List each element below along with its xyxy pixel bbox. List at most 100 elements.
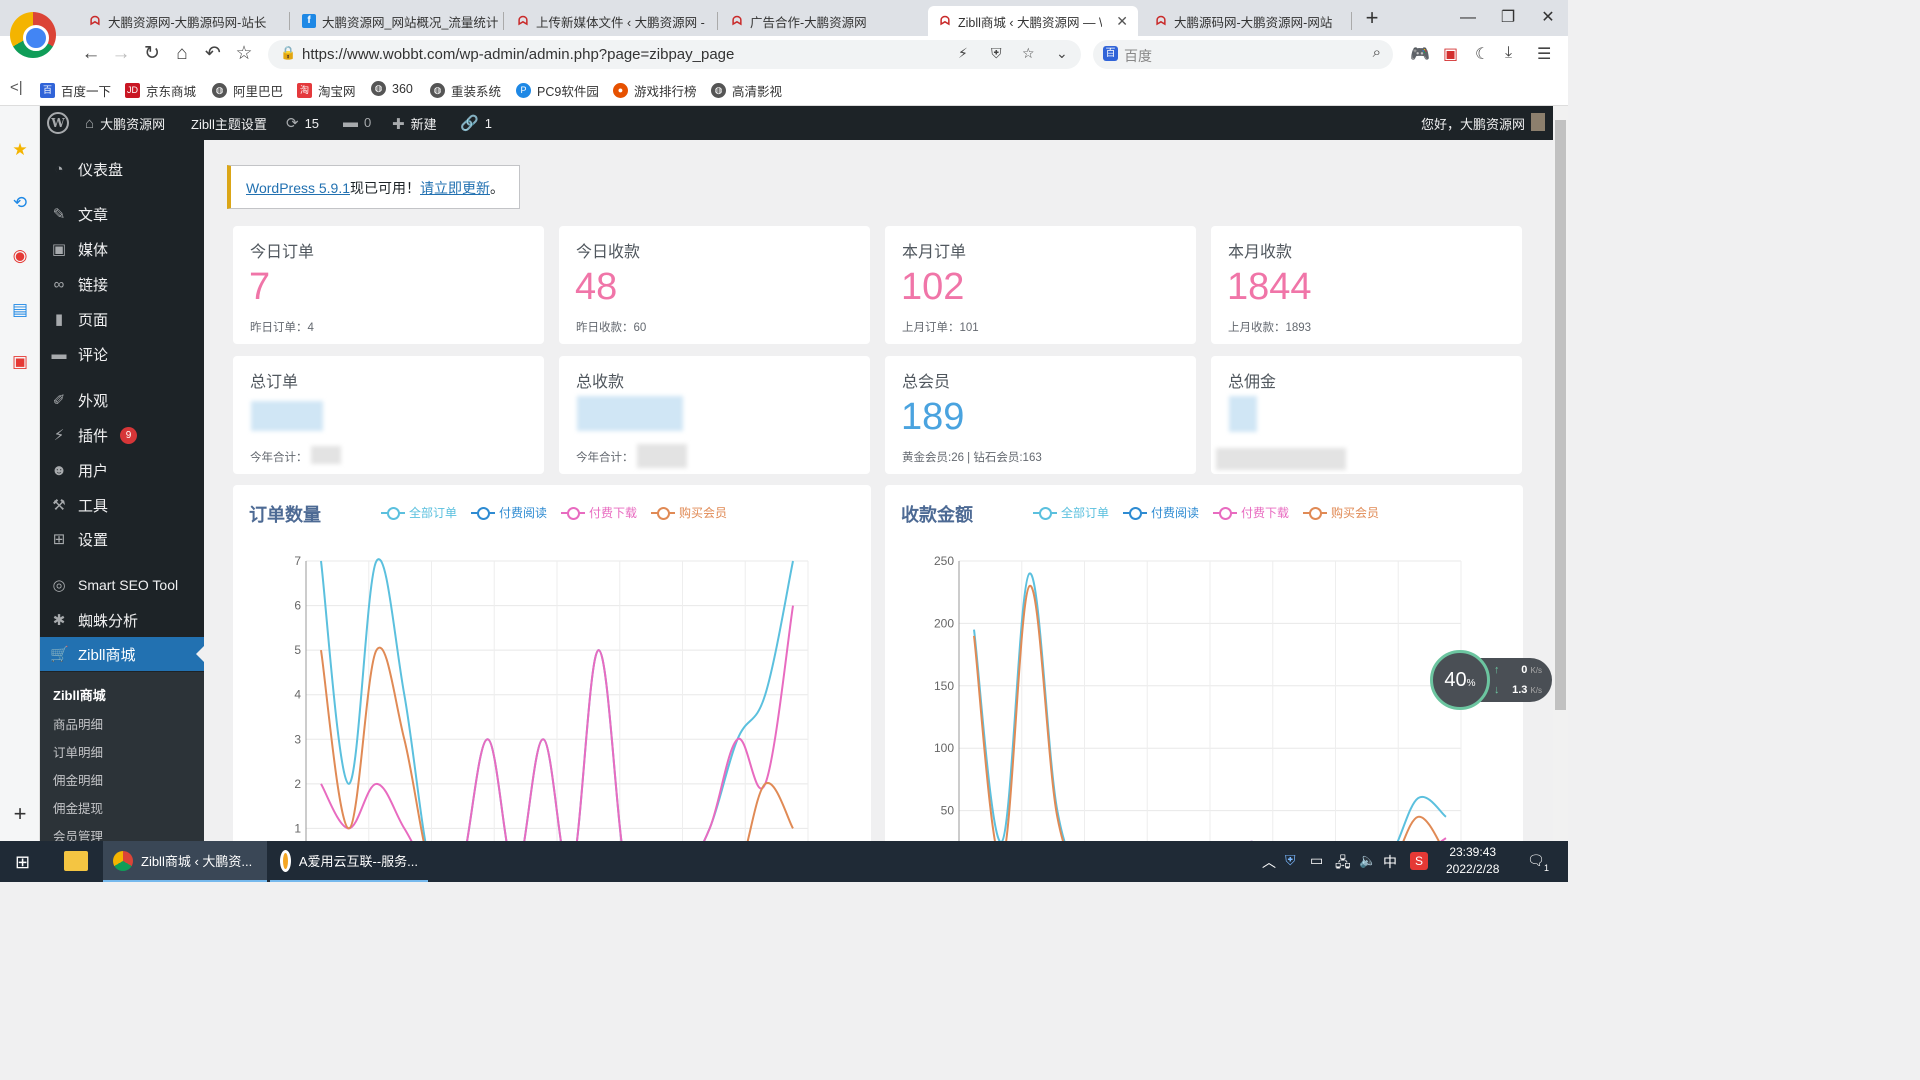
network-icon[interactable]: 🖧: [1335, 852, 1351, 876]
battery-icon[interactable]: ▭: [1310, 852, 1323, 869]
system-clock[interactable]: 23:39:43 2022/2/28: [1446, 844, 1499, 878]
menu-item-comments[interactable]: ▬ 评论: [40, 337, 204, 371]
restore-icon[interactable]: ❐: [1488, 6, 1528, 30]
menu-item-media[interactable]: ▣ 媒体: [40, 232, 204, 266]
admin-bar-theme-settings[interactable]: Zibll主题设置: [191, 114, 267, 133]
avatar[interactable]: [1531, 113, 1545, 131]
bookmark-hd-video[interactable]: ◍ 高清影视: [711, 81, 782, 100]
menu-icon[interactable]: ☰: [1537, 44, 1551, 64]
tab-upload-media[interactable]: ᗣ 上传新媒体文件 ‹ 大鹏资源网 -: [506, 6, 712, 36]
wordpress-logo-icon[interactable]: W: [47, 112, 69, 134]
menu-item-pages[interactable]: ▮ 页面: [40, 302, 204, 336]
tab-analytics[interactable]: f 大鹏资源网_网站概况_流量统计: [292, 6, 498, 36]
tab-zibll-shop[interactable]: ᗣ Zibll商城 ‹ 大鹏资源网 — \ ✕: [928, 6, 1138, 36]
wordpress-version-link[interactable]: WordPress 5.9.1: [246, 180, 350, 196]
notification-icon[interactable]: 🗨: [1527, 852, 1545, 869]
menu-item-zibll-shop[interactable]: 🛒 Zibll商城: [40, 637, 204, 671]
site-name: 大鹏资源网: [100, 117, 166, 132]
bookmark-star-icon[interactable]: ☆: [1022, 45, 1035, 62]
scrollbar-thumb[interactable]: [1555, 120, 1566, 710]
menu-item-tools[interactable]: ⚒ 工具: [40, 488, 204, 522]
search-box[interactable]: 百 百度 ⌕: [1093, 40, 1393, 69]
address-bar[interactable]: 🔒 https://www.wobbt.com/wp-admin/admin.p…: [268, 40, 1081, 69]
ime-indicator[interactable]: 中: [1383, 852, 1397, 872]
bookmark-label: 重装系统: [451, 85, 502, 99]
back-icon[interactable]: ←: [78, 42, 104, 66]
history-icon[interactable]: ⟲: [8, 191, 32, 215]
shield-icon[interactable]: ⛨: [991, 45, 1002, 62]
page-scrollbar[interactable]: [1553, 106, 1568, 841]
menu-item-posts[interactable]: ✎ 文章: [40, 197, 204, 231]
taskbar-browser[interactable]: Zibll商城 ‹ 大鹏资...: [103, 841, 267, 882]
chart-grid: [958, 560, 1462, 841]
sogou-input-icon[interactable]: S: [1410, 852, 1428, 870]
pdf-tool-icon[interactable]: ▣: [8, 350, 32, 374]
admin-bar-site[interactable]: ⌂ 大鹏资源网: [85, 114, 165, 133]
menu-item-users[interactable]: ☻ 用户: [40, 453, 204, 487]
game-icon[interactable]: 🎮: [1410, 44, 1430, 64]
undo-icon[interactable]: ↶: [200, 42, 226, 66]
menu-item-dashboard[interactable]: ◔ 仪表盘: [40, 152, 204, 186]
search-icon[interactable]: ⌕: [1373, 44, 1381, 61]
submenu-orders[interactable]: 订单明细: [53, 742, 103, 761]
menu-item-plugins[interactable]: ⚡ 插件 9: [40, 418, 204, 452]
update-now-link[interactable]: 请立即更新: [420, 180, 490, 196]
favorites-star-icon[interactable]: ★: [8, 138, 32, 162]
lightning-icon[interactable]: ⚡: [958, 45, 968, 62]
submenu-withdraw[interactable]: 佣金提现: [53, 798, 103, 817]
volume-icon[interactable]: 🔈: [1359, 852, 1376, 869]
submenu-commission[interactable]: 佣金明细: [53, 770, 103, 789]
new-tab-button[interactable]: +: [1352, 6, 1392, 30]
menu-item-appearance[interactable]: ✐ 外观: [40, 383, 204, 417]
blurred-value: [577, 396, 683, 431]
greeting[interactable]: 您好，大鹏资源网: [1421, 114, 1525, 133]
reload-icon[interactable]: ↻: [139, 42, 165, 66]
add-icon[interactable]: +: [8, 802, 32, 826]
ghost-icon: ᗣ: [90, 14, 100, 28]
refresh-icon: ⟳: [286, 115, 299, 132]
close-icon[interactable]: ✕: [1116, 13, 1128, 30]
bookmark-alibaba[interactable]: ◍ 阿里巴巴: [212, 81, 283, 100]
chevron-down-icon[interactable]: ⌄: [1056, 45, 1068, 62]
admin-bar-new[interactable]: ✚ 新建: [392, 114, 437, 133]
wallet-icon[interactable]: ▤: [8, 298, 32, 322]
menu-item-spider[interactable]: ✱ 蜘蛛分析: [40, 603, 204, 637]
tab-dapeng-source[interactable]: ᗣ 大鹏源码网-大鹏资源网-网站: [1144, 6, 1350, 36]
file-explorer-icon[interactable]: [64, 851, 88, 871]
tab-dapeng-home[interactable]: ᗣ 大鹏资源网-大鹏源码网-站长: [78, 6, 284, 36]
bookmark-360[interactable]: ◍ 360: [371, 81, 413, 96]
menu-item-links[interactable]: ∞ 链接: [40, 267, 204, 301]
tray-expand-icon[interactable]: ︿: [1262, 852, 1276, 872]
bookmark-baidu[interactable]: 百百度一下: [40, 81, 111, 100]
tab-ad-cooperation[interactable]: ᗣ 广告合作-大鹏资源网: [720, 6, 926, 36]
bookmark-jd[interactable]: JD 京东商城: [125, 81, 196, 100]
menu-item-smart-seo[interactable]: ◎ Smart SEO Tool: [40, 568, 204, 602]
bookmark-game-rank[interactable]: ● 游戏排行榜: [613, 81, 697, 100]
night-mode-icon[interactable]: ☾: [1475, 44, 1489, 64]
taskbar-aiyong-cloud[interactable]: A爱用云互联--服务...: [270, 841, 428, 882]
network-speed-widget[interactable]: ↑ 0 K/s ↓ 1.3 K/s 40%: [1430, 650, 1552, 710]
submenu-products[interactable]: 商品明细: [53, 714, 103, 733]
sidebar-toggle-icon[interactable]: <|: [10, 79, 23, 96]
admin-bar-links[interactable]: 🔗 1: [460, 114, 492, 132]
bookmark-reinstall[interactable]: ◍ 重装系统: [430, 81, 501, 100]
pdf-icon[interactable]: ▣: [1443, 44, 1458, 64]
tab-label: Zibll商城 ‹ 大鹏资源网 — \: [958, 15, 1103, 30]
window-close-icon[interactable]: ✕: [1528, 6, 1568, 30]
windows-start-icon[interactable]: ⊞: [15, 852, 30, 873]
admin-bar-updates[interactable]: ⟳ 15: [286, 114, 319, 132]
menu-item-settings[interactable]: ⊞ 设置: [40, 522, 204, 556]
download-icon[interactable]: ⤓: [1505, 44, 1512, 62]
admin-bar-comments[interactable]: ▬ 0: [343, 114, 371, 131]
submenu-zibll-shop[interactable]: Zibll商城: [53, 685, 106, 704]
bookmark-taobao[interactable]: 淘淘宝网: [297, 81, 356, 100]
star-icon[interactable]: ☆: [231, 42, 257, 66]
url-text[interactable]: https://www.wobbt.com/wp-admin/admin.php…: [302, 46, 734, 63]
browser-logo-icon[interactable]: [10, 12, 56, 58]
minimize-icon[interactable]: —: [1448, 6, 1488, 30]
home-icon[interactable]: ⌂: [169, 42, 195, 66]
forward-icon[interactable]: →: [108, 42, 134, 66]
security-shield-icon[interactable]: ⛨: [1285, 852, 1296, 869]
weibo-icon[interactable]: ◉: [8, 244, 32, 268]
bookmark-pc9[interactable]: P PC9软件园: [516, 81, 599, 100]
